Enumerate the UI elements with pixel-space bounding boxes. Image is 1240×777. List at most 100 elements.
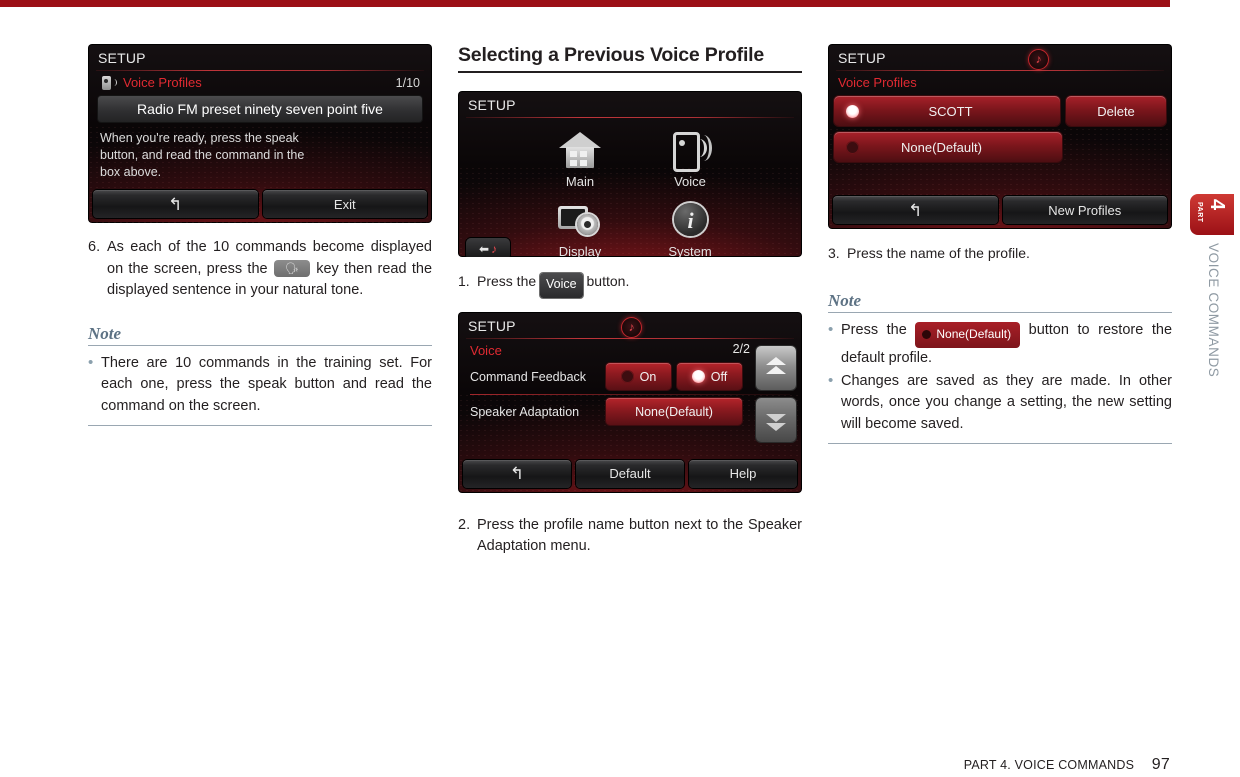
side-tab-section-label: VOICE COMMANDS bbox=[1206, 243, 1221, 378]
screen-button-row: ↰ New Profiles bbox=[828, 191, 1172, 229]
note-bullet-1-before: Press the bbox=[841, 321, 907, 338]
menu-item-system-label: System bbox=[668, 244, 712, 257]
setup-main-menu-screen: SETUP Main Voice Display i System ⬅ ♪ bbox=[458, 91, 802, 257]
section-heading-rule bbox=[458, 71, 802, 73]
side-tab-part-label: PART bbox=[1196, 202, 1203, 223]
step-1-number: 1. bbox=[458, 273, 470, 289]
step-1: 1. Press the Voice button. bbox=[458, 271, 802, 298]
note-bullet-1-text: Press the None(Default) button to restor… bbox=[841, 320, 1172, 370]
step-1-text-before: Press the bbox=[477, 273, 537, 289]
note-heading: Note bbox=[828, 290, 862, 310]
profile-scott-button[interactable]: SCOTT bbox=[834, 96, 1060, 126]
speaker-adaptation-value-button[interactable]: None(Default) bbox=[606, 398, 742, 425]
voice-profile-icon bbox=[102, 75, 117, 90]
screen-pager: 1/10 bbox=[395, 75, 420, 90]
delete-button[interactable]: Delete bbox=[1066, 96, 1166, 126]
profile-none-default-label: None(Default) bbox=[901, 139, 982, 155]
step-6-number: 6. bbox=[88, 239, 101, 255]
screen-button-row: ↰ Default Help bbox=[458, 455, 802, 493]
voice-training-screen: SETUP Voice Profiles 1/10 Radio FM prese… bbox=[88, 44, 432, 223]
screen-title: SETUP bbox=[838, 50, 886, 66]
note-end-rule bbox=[828, 443, 1172, 444]
music-note-icon: ♪ bbox=[491, 242, 498, 256]
screen-hint: When you're ready, press the speak butto… bbox=[88, 122, 432, 185]
bullet-icon: • bbox=[828, 371, 834, 389]
chevron-down-icon bbox=[766, 422, 786, 431]
back-arrow-icon: ↰ bbox=[168, 194, 183, 214]
menu-item-main-label: Main bbox=[565, 174, 595, 189]
step-2: 2. Press the profile name button next to… bbox=[458, 515, 802, 558]
row-speaker-adaptation: Speaker Adaptation None(Default) bbox=[458, 395, 802, 429]
back-button[interactable]: ↰ bbox=[833, 196, 998, 224]
radio-dot-off-icon bbox=[620, 370, 634, 383]
step-6-text: As each of the 10 commands become displa… bbox=[107, 237, 432, 302]
help-button[interactable]: Help bbox=[689, 459, 797, 488]
screen-title: SETUP bbox=[468, 97, 516, 113]
left-note-block: Note • There are 10 commands in the trai… bbox=[88, 323, 432, 426]
back-arrow-icon: ↰ bbox=[908, 200, 923, 220]
bullet-icon: • bbox=[88, 353, 94, 371]
step-1-text-after: button. bbox=[586, 273, 630, 289]
music-note-icon bbox=[1028, 49, 1049, 70]
right-note-block: Note • Press the None(Default) button to… bbox=[828, 290, 1172, 444]
inline-none-default-label: None(Default) bbox=[936, 326, 1012, 341]
row-speaker-adaptation-label: Speaker Adaptation bbox=[470, 404, 580, 419]
exit-button[interactable]: Exit bbox=[262, 190, 427, 218]
voice-icon bbox=[667, 130, 713, 172]
note-bullet-2-text: Changes are saved as they are made. In o… bbox=[841, 372, 1172, 432]
speak-key-icon: 🗣 bbox=[273, 259, 310, 277]
command-feedback-on-button[interactable]: On bbox=[606, 363, 671, 390]
home-icon bbox=[557, 130, 603, 172]
hint-line-2: button, and read the command in the bbox=[100, 148, 305, 162]
back-arrow-icon: ⬅ bbox=[478, 242, 490, 256]
command-feedback-on-label: On bbox=[639, 369, 657, 384]
note-bullet-2: • Changes are saved as they are made. In… bbox=[828, 371, 1172, 436]
bullet-icon: • bbox=[828, 320, 834, 338]
step-1-text: Press the Voice button. bbox=[477, 271, 802, 298]
note-bullet: • There are 10 commands in the training … bbox=[88, 353, 432, 418]
voice-settings-screen: SETUP Voice 2/2 Command Feedback On Off … bbox=[458, 311, 802, 493]
hint-line-3: box above. bbox=[100, 165, 162, 179]
back-button[interactable]: ↰ bbox=[93, 190, 258, 218]
step-2-number: 2. bbox=[458, 516, 471, 533]
screen-title: SETUP bbox=[98, 50, 146, 66]
middle-column: Selecting a Previous Voice Profile SETUP… bbox=[458, 44, 802, 558]
step-2-text: Press the profile name button next to th… bbox=[477, 516, 802, 555]
command-feedback-off-button[interactable]: Off bbox=[677, 363, 742, 390]
screen-subtitle: Voice Profiles bbox=[838, 75, 917, 90]
hint-line-1: When you're ready, press the speak bbox=[100, 131, 299, 145]
profile-none-default-button[interactable]: None(Default) bbox=[834, 132, 1062, 162]
screen-subtitle: Voice bbox=[470, 342, 502, 358]
scroll-controls bbox=[756, 345, 796, 450]
radio-dot-off-icon bbox=[846, 140, 859, 154]
side-tab-part-number: 4 bbox=[1206, 199, 1228, 211]
info-icon bbox=[667, 200, 713, 242]
new-profiles-button[interactable]: New Profiles bbox=[1002, 196, 1167, 224]
menu-item-main[interactable]: Main bbox=[532, 130, 628, 189]
display-gear-icon bbox=[557, 200, 603, 242]
screen-subtitle: Voice Profiles bbox=[123, 75, 202, 90]
right-column: SETUP Voice Profiles SCOTT Delete None(D… bbox=[828, 44, 1172, 444]
inline-voice-button: Voice bbox=[540, 273, 583, 298]
note-heading: Note bbox=[88, 323, 122, 343]
menu-item-system[interactable]: System bbox=[642, 200, 738, 257]
note-bullet-1: • Press the None(Default) button to rest… bbox=[828, 320, 1172, 370]
back-music-button[interactable]: ⬅ ♪ bbox=[466, 238, 510, 257]
scroll-up-button[interactable] bbox=[756, 345, 796, 390]
scroll-down-button[interactable] bbox=[756, 397, 796, 442]
row-command-feedback: Command Feedback On Off bbox=[458, 360, 802, 394]
menu-item-display[interactable]: Display bbox=[532, 200, 628, 257]
step-3-number: 3. bbox=[828, 245, 840, 261]
note-rule bbox=[88, 344, 432, 346]
chevron-up-icon bbox=[766, 365, 786, 374]
screen-button-row: ↰ Exit bbox=[88, 185, 432, 223]
command-text-box: Radio FM preset ninety seven point five bbox=[98, 96, 422, 122]
profile-row-2: None(Default) bbox=[828, 126, 1172, 162]
default-button[interactable]: Default bbox=[576, 459, 684, 488]
footer: PART 4. VOICE COMMANDS 97 bbox=[0, 756, 1170, 774]
chevron-down-icon bbox=[766, 413, 786, 422]
note-end-rule bbox=[88, 425, 432, 426]
step-6: 6. As each of the 10 commands become dis… bbox=[88, 237, 432, 302]
menu-item-voice[interactable]: Voice bbox=[642, 130, 738, 189]
back-button[interactable]: ↰ bbox=[463, 459, 571, 488]
